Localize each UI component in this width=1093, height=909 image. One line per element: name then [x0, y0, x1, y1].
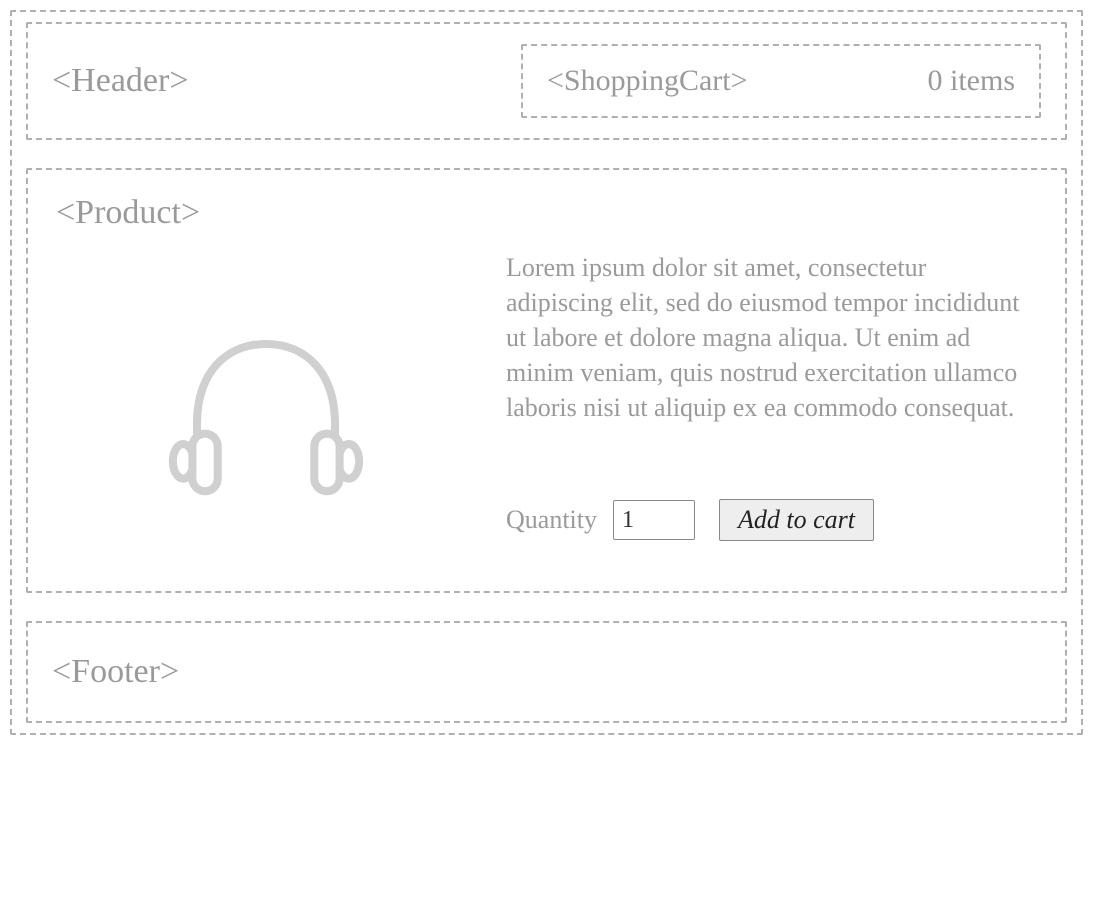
- product: <Product> Lorem ipsum dolor sit amet, co…: [26, 168, 1067, 593]
- cart-item-count: 0 items: [928, 64, 1016, 98]
- shopping-cart[interactable]: <ShoppingCart> 0 items: [521, 44, 1041, 118]
- quantity-stepper[interactable]: [613, 500, 695, 540]
- add-to-cart-button[interactable]: Add to cart: [719, 499, 874, 541]
- header-label: <Header>: [52, 62, 189, 100]
- page-container: <Header> <ShoppingCart> 0 items <Product…: [10, 10, 1083, 735]
- footer-label: <Footer>: [52, 653, 1041, 691]
- product-title: <Product>: [56, 194, 1037, 232]
- product-actions: Quantity Add to cart: [506, 499, 1037, 541]
- product-description: Lorem ipsum dolor sit amet, consectetur …: [506, 250, 1037, 425]
- product-image: [56, 250, 476, 541]
- product-body: Lorem ipsum dolor sit amet, consectetur …: [56, 250, 1037, 541]
- product-info: Lorem ipsum dolor sit amet, consectetur …: [506, 250, 1037, 541]
- footer: <Footer>: [26, 621, 1067, 723]
- quantity-label: Quantity: [506, 505, 597, 535]
- headphones-icon: [151, 298, 381, 533]
- cart-label: <ShoppingCart>: [547, 64, 748, 98]
- header: <Header> <ShoppingCart> 0 items: [26, 22, 1067, 140]
